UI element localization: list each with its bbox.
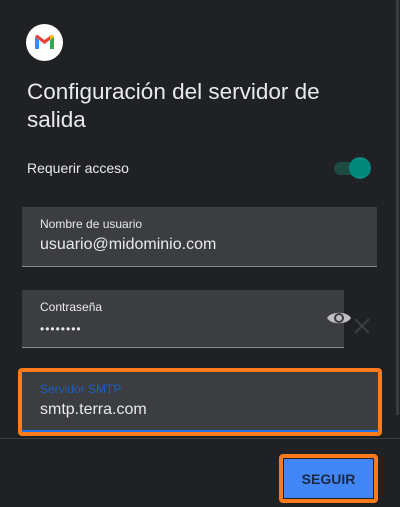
next-highlight: SEGUIR xyxy=(279,454,378,503)
smtp-server-field[interactable]: Servidor SMTP smtp.terra.com xyxy=(22,372,378,432)
username-field[interactable]: Nombre de usuario usuario@midominio.com xyxy=(22,207,377,267)
username-label: Nombre de usuario xyxy=(40,217,143,231)
close-icon[interactable] xyxy=(352,316,372,336)
smtp-highlight: Servidor SMTP smtp.terra.com xyxy=(18,368,382,436)
divider xyxy=(0,438,400,439)
eye-icon[interactable] xyxy=(325,308,353,328)
require-access-toggle[interactable] xyxy=(334,157,372,179)
password-label: Contraseña xyxy=(40,300,103,314)
password-field[interactable]: Contraseña •••••••• xyxy=(22,290,351,348)
next-button[interactable]: SEGUIR xyxy=(284,459,373,498)
scrollbar[interactable] xyxy=(396,0,399,415)
gmail-logo xyxy=(26,24,63,61)
smtp-server-label: Servidor SMTP xyxy=(40,382,122,396)
username-input[interactable]: usuario@midominio.com xyxy=(40,236,216,254)
password-input[interactable]: •••••••• xyxy=(40,322,82,336)
page-title: Configuración del servidor de salida xyxy=(27,79,320,132)
smtp-server-input[interactable]: smtp.terra.com xyxy=(40,401,147,419)
require-access-label: Requerir acceso xyxy=(27,160,129,176)
